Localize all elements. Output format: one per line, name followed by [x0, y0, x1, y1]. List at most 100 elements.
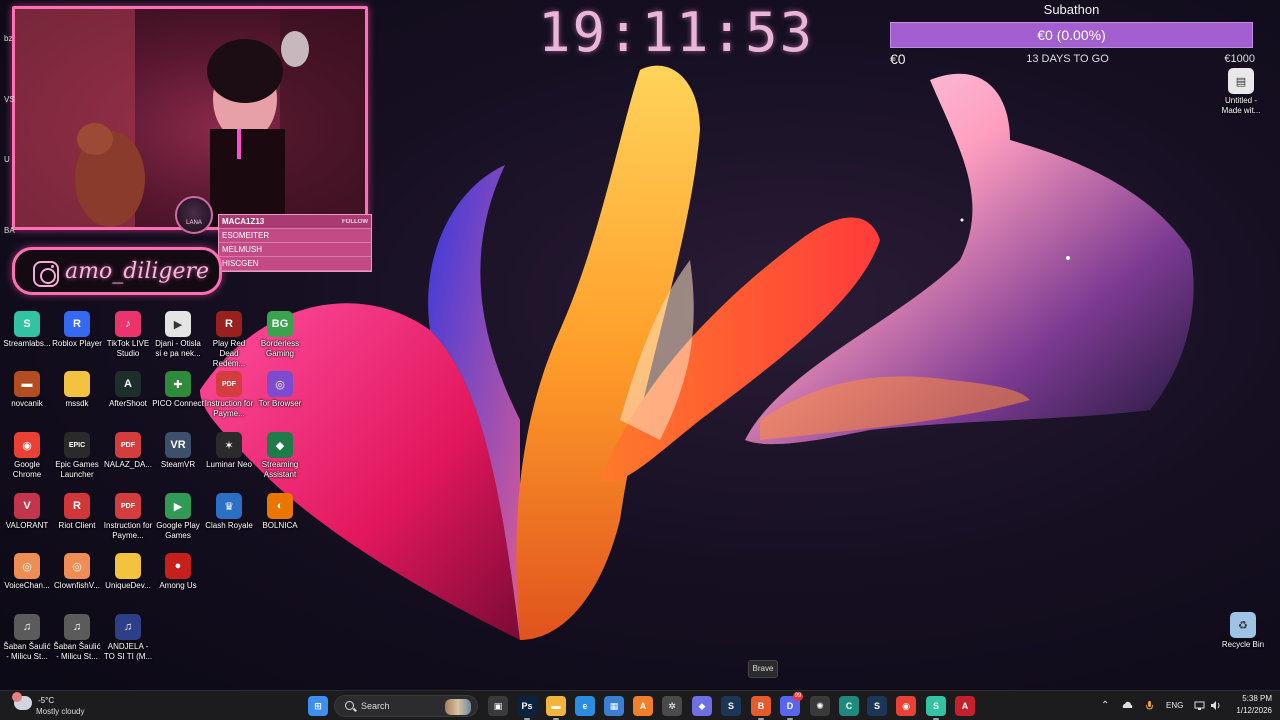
steam-icon[interactable]: S: [721, 696, 741, 716]
desktop-icon-label: novcanik: [11, 399, 43, 408]
valorant-icon: V: [14, 493, 40, 519]
riot-icon: R: [64, 493, 90, 519]
instagram-icon: [33, 261, 59, 287]
among-us-icon: ●: [165, 553, 191, 579]
desktop-icon[interactable]: ▶ Google Play Games: [152, 493, 204, 541]
desktop-icon[interactable]: ▶ Djani - Otisla si e pa nek...: [152, 311, 204, 359]
desktop-icon[interactable]: ▤ Untitled - Made wit...: [1215, 68, 1267, 116]
follow-row: ESOMEITER: [219, 229, 371, 243]
weather-temperature: -5°C: [38, 696, 55, 705]
folder-icon: [64, 371, 90, 397]
video-file-icon: ▶: [165, 311, 191, 337]
desktop-icon[interactable]: ♫ Šaban Šaulić - Milicu St...: [51, 614, 103, 662]
desktop-icon[interactable]: ✚ PICO Connect: [152, 371, 204, 409]
desktop-icon[interactable]: PDF Instruction for Payme...: [102, 493, 154, 541]
follow-row: HISCGEN: [219, 257, 371, 271]
windows-start-icon[interactable]: ⊞: [308, 696, 328, 716]
microphone-icon[interactable]: [1144, 700, 1155, 711]
subathon-widget: Subathon €0 (0.00%) €0 13 DAYS TO GO €10…: [890, 0, 1255, 70]
taskbar-search[interactable]: Search: [334, 695, 478, 717]
desktop-icon[interactable]: ◎ VoiceChan...: [1, 553, 53, 591]
weather-widget[interactable]: -5°C Mostly cloudy: [12, 692, 104, 718]
desktop-icon-label: Borderless Gaming: [260, 339, 300, 358]
recycle-bin-icon: ♻: [1230, 612, 1256, 638]
wallet-icon: ▬: [14, 371, 40, 397]
chatgpt-icon[interactable]: ✺: [810, 696, 830, 716]
photoshop-icon[interactable]: Ps: [517, 696, 537, 720]
folder-icon: [115, 553, 141, 579]
taskbar-date[interactable]: 1/12/2026: [1228, 706, 1272, 715]
desktop-icon-label: Untitled - Made wit...: [1221, 96, 1261, 115]
desktop-icon[interactable]: ✶ Luminar Neo: [203, 432, 255, 470]
streamlabs-icon[interactable]: S: [926, 696, 946, 720]
desktop-icon[interactable]: ♫ ANDJELA - TO SI TI (M...: [102, 614, 154, 662]
desktop-icon[interactable]: A AfterShoot: [102, 371, 154, 409]
file-explorer-icon[interactable]: ▬: [546, 696, 566, 720]
desktop-icon[interactable]: mssdk: [51, 371, 103, 409]
language-indicator[interactable]: ENG: [1166, 701, 1183, 710]
desktop-icon[interactable]: ◎ ClownfishV...: [51, 553, 103, 591]
volume-icon[interactable]: [1210, 700, 1221, 711]
desktop-icon[interactable]: EPIC Epic Games Launcher: [51, 432, 103, 480]
epic-games-icon: EPIC: [64, 432, 90, 458]
desktop-icon[interactable]: R Play Red Dead Redem...: [203, 311, 255, 369]
follow-row: MELMUSH: [219, 243, 371, 257]
desktop-icon[interactable]: ♫ Šaban Šaulić - Milicu St...: [1, 614, 53, 662]
desktop-icon[interactable]: ♛ Clash Royale: [203, 493, 255, 531]
edge-label: BA: [4, 226, 15, 235]
task-view-icon[interactable]: ▣: [488, 696, 508, 716]
weather-condition: Mostly cloudy: [36, 707, 85, 716]
desktop-icon-label: Epic Games Launcher: [55, 460, 99, 479]
desktop-icon-label: Among Us: [159, 581, 197, 590]
desktop-icon-label: ANDJELA - TO SI TI (M...: [103, 642, 153, 661]
desktop-icon[interactable]: ♪ TikTok LIVE Studio: [102, 311, 154, 359]
desktop-icon[interactable]: VR SteamVR: [152, 432, 204, 470]
desktop-icon-label: VoiceChan...: [4, 581, 50, 590]
borderless-gaming-icon: BG: [267, 311, 293, 337]
aftershoot-icon: A: [115, 371, 141, 397]
onedrive-cloud-icon[interactable]: [1122, 700, 1133, 711]
desktop-icon[interactable]: ◉ Google Chrome: [1, 432, 53, 480]
subathon-remaining: 13 DAYS TO GO: [1026, 53, 1109, 65]
brave-icon[interactable]: B: [751, 696, 771, 720]
desktop-icon[interactable]: ◎ Tor Browser: [254, 371, 306, 409]
instagram-banner: amo_diligere: [12, 247, 222, 295]
artstation-icon[interactable]: A: [633, 696, 653, 716]
edge-label: VS: [4, 95, 15, 104]
chevron-up-icon[interactable]: ⌃: [1101, 700, 1109, 711]
taskbar-time[interactable]: 5:38 PM: [1232, 694, 1272, 703]
steam-icon[interactable]: S: [867, 696, 887, 716]
settings-gear-icon[interactable]: ✲: [662, 696, 682, 716]
capcut-icon[interactable]: C: [839, 696, 859, 716]
desktop-icon[interactable]: ♻ Recycle Bin: [1217, 612, 1269, 650]
desktop-icon[interactable]: R Roblox Player: [51, 311, 103, 349]
desktop-icon[interactable]: V VALORANT: [1, 493, 53, 531]
voice-changer-icon: ◎: [14, 553, 40, 579]
cloud-icon: [12, 692, 32, 710]
desktop-icon[interactable]: R Riot Client: [51, 493, 103, 531]
desktop-icon-label: Google Chrome: [12, 460, 42, 479]
desktop-icon-label: Instruction for Payme...: [103, 521, 153, 540]
desktop-icon-label: Luminar Neo: [206, 460, 252, 469]
chrome-icon[interactable]: ◉: [896, 696, 916, 716]
copilot-icon[interactable]: ◆: [692, 696, 712, 716]
music-file-icon: ♫: [14, 614, 40, 640]
desktop-icon[interactable]: PDF Instruction for Payme...: [203, 371, 255, 419]
desktop-icon[interactable]: ▬ novcanik: [1, 371, 53, 409]
adobe-icon[interactable]: A: [955, 696, 975, 716]
desktop-icon[interactable]: UniqueDev...: [102, 553, 154, 591]
desktop-icon[interactable]: S Streamlabs...: [1, 311, 53, 349]
desktop-icon[interactable]: ◆ Streaming Assistant: [254, 432, 306, 480]
tiktok-icon: ♪: [115, 311, 141, 337]
edge-icon[interactable]: e: [575, 696, 595, 716]
desktop-icon-label: Play Red Dead Redem...: [212, 339, 246, 368]
desktop-icon[interactable]: ● Among Us: [152, 553, 204, 591]
microsoft-store-icon[interactable]: ▦: [604, 696, 624, 716]
desktop-icon[interactable]: ◐ BOLNICA: [254, 493, 306, 531]
desktop-icon-label: Streaming Assistant: [261, 460, 299, 479]
desktop-icon[interactable]: PDF NALAZ_DA...: [102, 432, 154, 470]
network-icon[interactable]: [1194, 700, 1205, 711]
pico-icon: ✚: [165, 371, 191, 397]
instagram-handle: amo_diligere: [65, 259, 210, 284]
desktop-icon[interactable]: BG Borderless Gaming: [254, 311, 306, 359]
